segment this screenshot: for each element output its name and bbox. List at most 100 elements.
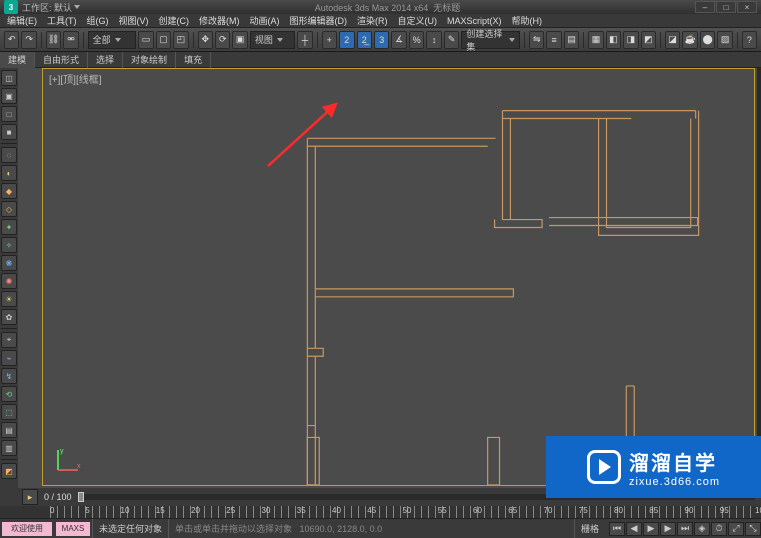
tool-icon-21[interactable]: ◩ [1, 463, 17, 479]
app-logo-icon[interactable]: 3 [4, 0, 18, 14]
render-setup-button[interactable]: ◩ [641, 31, 656, 49]
tool-icon-2[interactable]: □ [1, 106, 17, 122]
select-button[interactable]: ▭ [138, 31, 153, 49]
angle-snap-button[interactable]: ∡ [391, 31, 406, 49]
tool-icon-11[interactable]: ✺ [1, 273, 17, 289]
time-config-button[interactable]: ⏱ [711, 522, 727, 536]
timeline-thumb[interactable] [78, 492, 84, 502]
unlink-button[interactable]: ⚮ [63, 31, 78, 49]
key-mode-button[interactable]: ◈ [694, 522, 710, 536]
snap-toggle-3d[interactable]: 3 [374, 31, 389, 49]
edit-named-sel-button[interactable]: ✎ [444, 31, 459, 49]
tool-icon-4[interactable]: ◌ [1, 147, 17, 163]
menu-edit[interactable]: 编辑(E) [2, 14, 42, 27]
rotate-button[interactable]: ⟳ [215, 31, 230, 49]
snap-toggle-2p5d[interactable]: 2̲ [357, 31, 372, 49]
next-frame-button[interactable]: ▶ [660, 522, 676, 536]
watermark-logo-icon [587, 450, 621, 484]
chevron-down-icon [115, 38, 121, 42]
material-editor-button[interactable]: ◨ [623, 31, 638, 49]
workspace-selector[interactable]: 工作区: 默认 [22, 1, 80, 14]
spinner-snap-button[interactable]: ↕ [426, 31, 441, 49]
tool-icon-15[interactable]: ⌁ [1, 350, 17, 366]
link-button[interactable]: ⛓ [46, 31, 61, 49]
tool-icon-17[interactable]: ⟲ [1, 386, 17, 402]
layer-manager-button[interactable]: ▤ [564, 31, 579, 49]
tool-icon-0[interactable]: ◫ [1, 70, 17, 86]
maximize-button[interactable]: □ [716, 1, 736, 13]
pivot-button[interactable]: ┼ [297, 31, 312, 49]
viewport-top[interactable]: [+][顶][线框] [42, 68, 755, 486]
scale-button[interactable]: ▣ [232, 31, 247, 49]
minimize-button[interactable]: – [695, 1, 715, 13]
nav-button-1[interactable]: ⤢ [728, 522, 744, 536]
extra-button[interactable]: ▨ [717, 31, 732, 49]
tool-icon-14[interactable]: ⌖ [1, 332, 17, 348]
svg-text:y: y [60, 448, 64, 455]
menu-maxscript[interactable]: MAXScript(X) [442, 16, 507, 26]
nav-button-2[interactable]: ⤡ [745, 522, 761, 536]
schematic-view-button[interactable]: ◧ [606, 31, 621, 49]
tab-freeform[interactable]: 自由形式 [35, 52, 88, 68]
status-selection: 未选定任何对象 [92, 519, 168, 538]
plus-button[interactable]: + [322, 31, 337, 49]
render-prod-button[interactable]: ⬤ [700, 31, 715, 49]
tool-icon-19[interactable]: ▤ [1, 422, 17, 438]
tick-label: 5 [85, 506, 89, 515]
tool-icon-18[interactable]: ⬚ [1, 404, 17, 420]
menu-tools[interactable]: 工具(T) [42, 14, 82, 27]
named-selection-combo[interactable]: 创建选择集 [461, 31, 520, 49]
tab-populate[interactable]: 填充 [176, 52, 211, 68]
menu-grapheditors[interactable]: 图形编辑器(D) [285, 14, 353, 27]
tool-icon-7[interactable]: ◇ [1, 201, 17, 217]
goto-start-button[interactable]: ⏮ [609, 522, 625, 536]
tool-icon-8[interactable]: ✦ [1, 219, 17, 235]
menu-customize[interactable]: 自定义(U) [393, 14, 443, 27]
render-button[interactable]: ☕ [682, 31, 697, 49]
tool-icon-20[interactable]: ▥ [1, 440, 17, 456]
tool-icon-13[interactable]: ✿ [1, 309, 17, 325]
tool-icon-16[interactable]: ↯ [1, 368, 17, 384]
redo-button[interactable]: ↷ [21, 31, 36, 49]
tab-modeling[interactable]: 建模 [0, 52, 35, 68]
menu-modifiers[interactable]: 修改器(M) [194, 14, 245, 27]
curve-editor-button[interactable]: ▦ [588, 31, 603, 49]
select-rect-button[interactable]: ▢ [156, 31, 171, 49]
tool-icon-10[interactable]: ❋ [1, 255, 17, 271]
selection-filter-combo[interactable]: 全部 [88, 31, 137, 49]
goto-end-button[interactable]: ⏭ [677, 522, 693, 536]
help-button[interactable]: ? [742, 31, 757, 49]
play-button[interactable]: ▶ [643, 522, 659, 536]
menu-animation[interactable]: 动画(A) [245, 14, 285, 27]
percent-snap-button[interactable]: % [409, 31, 424, 49]
tool-icon-12[interactable]: ☀ [1, 291, 17, 307]
timeline-toggle-icon[interactable]: ▸ [22, 489, 38, 505]
close-button[interactable]: × [737, 1, 757, 13]
tool-icon-1[interactable]: ▣ [1, 88, 17, 104]
align-button[interactable]: ≡ [546, 31, 561, 49]
status-maxscript[interactable]: MAXS [56, 522, 90, 536]
move-button[interactable]: ✥ [198, 31, 213, 49]
tool-icon-5[interactable]: ◐ [1, 165, 17, 181]
menu-group[interactable]: 组(G) [82, 14, 114, 27]
snap-toggle-2d[interactable]: 2 [339, 31, 354, 49]
menu-help[interactable]: 帮助(H) [507, 14, 548, 27]
ref-coord-combo[interactable]: 视图 [250, 31, 295, 49]
menu-create[interactable]: 创建(C) [154, 14, 195, 27]
menu-rendering[interactable]: 渲染(R) [352, 14, 393, 27]
tool-icon-6[interactable]: ◆ [1, 183, 17, 199]
tab-selection[interactable]: 选择 [88, 52, 123, 68]
tick-label: 20 [191, 506, 200, 515]
workspace-label: 工作区: 默认 [22, 1, 72, 14]
prev-frame-button[interactable]: ◀ [626, 522, 642, 536]
ribbon-tabs: 建模 自由形式 选择 对象绘制 填充 [0, 52, 761, 68]
tool-icon-9[interactable]: ✧ [1, 237, 17, 253]
select-window-button[interactable]: ◰ [173, 31, 188, 49]
tool-icon-3[interactable]: ■ [1, 124, 17, 140]
tick-label: 30 [262, 506, 271, 515]
mirror-button[interactable]: ⇋ [529, 31, 544, 49]
undo-button[interactable]: ↶ [4, 31, 19, 49]
menu-views[interactable]: 视图(V) [114, 14, 154, 27]
rendered-frame-button[interactable]: ◪ [665, 31, 680, 49]
tab-objectpaint[interactable]: 对象绘制 [123, 52, 176, 68]
